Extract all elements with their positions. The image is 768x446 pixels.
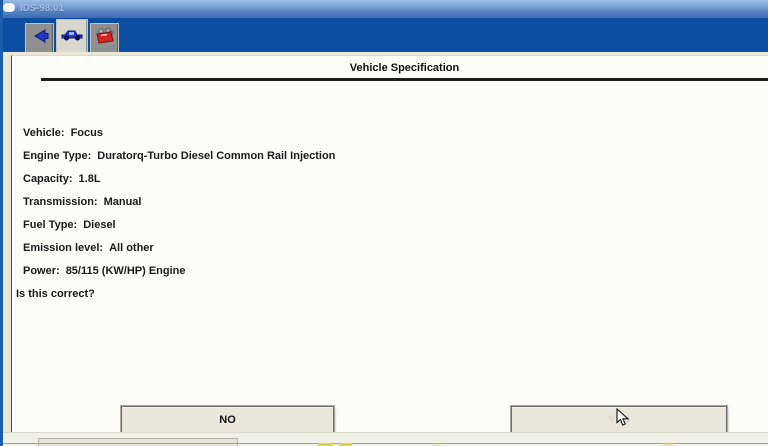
bolt-arrow-icon <box>31 28 49 49</box>
spec-emission-level: Emission level:All other <box>23 242 758 265</box>
tab-menu[interactable] <box>25 23 54 52</box>
spec-capacity: Capacity:1.8L <box>23 173 758 196</box>
spec-transmission: Transmission:Manual <box>23 196 758 219</box>
tab-toolbox[interactable] <box>90 23 119 52</box>
car-icon <box>60 27 84 46</box>
tab-vehicle[interactable] <box>56 19 88 52</box>
spec-fuel-type: Fuel Type:Diesel <box>23 219 758 242</box>
title-divider <box>41 78 768 81</box>
mouse-cursor-icon <box>616 408 630 431</box>
content-frame: Vehicle Specification Vehicle:Focus Engi… <box>3 52 768 432</box>
bottom-toolbar-button-edge <box>38 438 238 446</box>
spec-engine-type: Engine Type:Duratorq-Turbo Diesel Common… <box>23 150 758 173</box>
spec-vehicle: Vehicle:Focus <box>23 127 758 150</box>
no-button[interactable]: NO <box>121 406 334 433</box>
title-bar: IDS-98.01 <box>0 0 768 18</box>
confirmation-question: Is this correct? <box>16 288 95 300</box>
window-title: IDS-98.01 <box>20 3 64 13</box>
ids-application-window: IDS-98.01 <box>0 0 768 446</box>
toolbox-icon <box>95 27 115 50</box>
spec-power: Power:85/115 (KW/HP) Engine <box>23 265 758 288</box>
bottom-divider <box>3 443 768 444</box>
tab-strip <box>0 18 768 52</box>
bottom-toolbar <box>3 432 768 446</box>
page-title: Vehicle Specification <box>41 62 768 74</box>
spec-list: Vehicle:Focus Engine Type:Duratorq-Turbo… <box>23 127 758 288</box>
window-icon <box>3 3 15 12</box>
window-left-border <box>0 0 3 446</box>
vehicle-specification-panel: Vehicle Specification Vehicle:Focus Engi… <box>11 55 768 432</box>
